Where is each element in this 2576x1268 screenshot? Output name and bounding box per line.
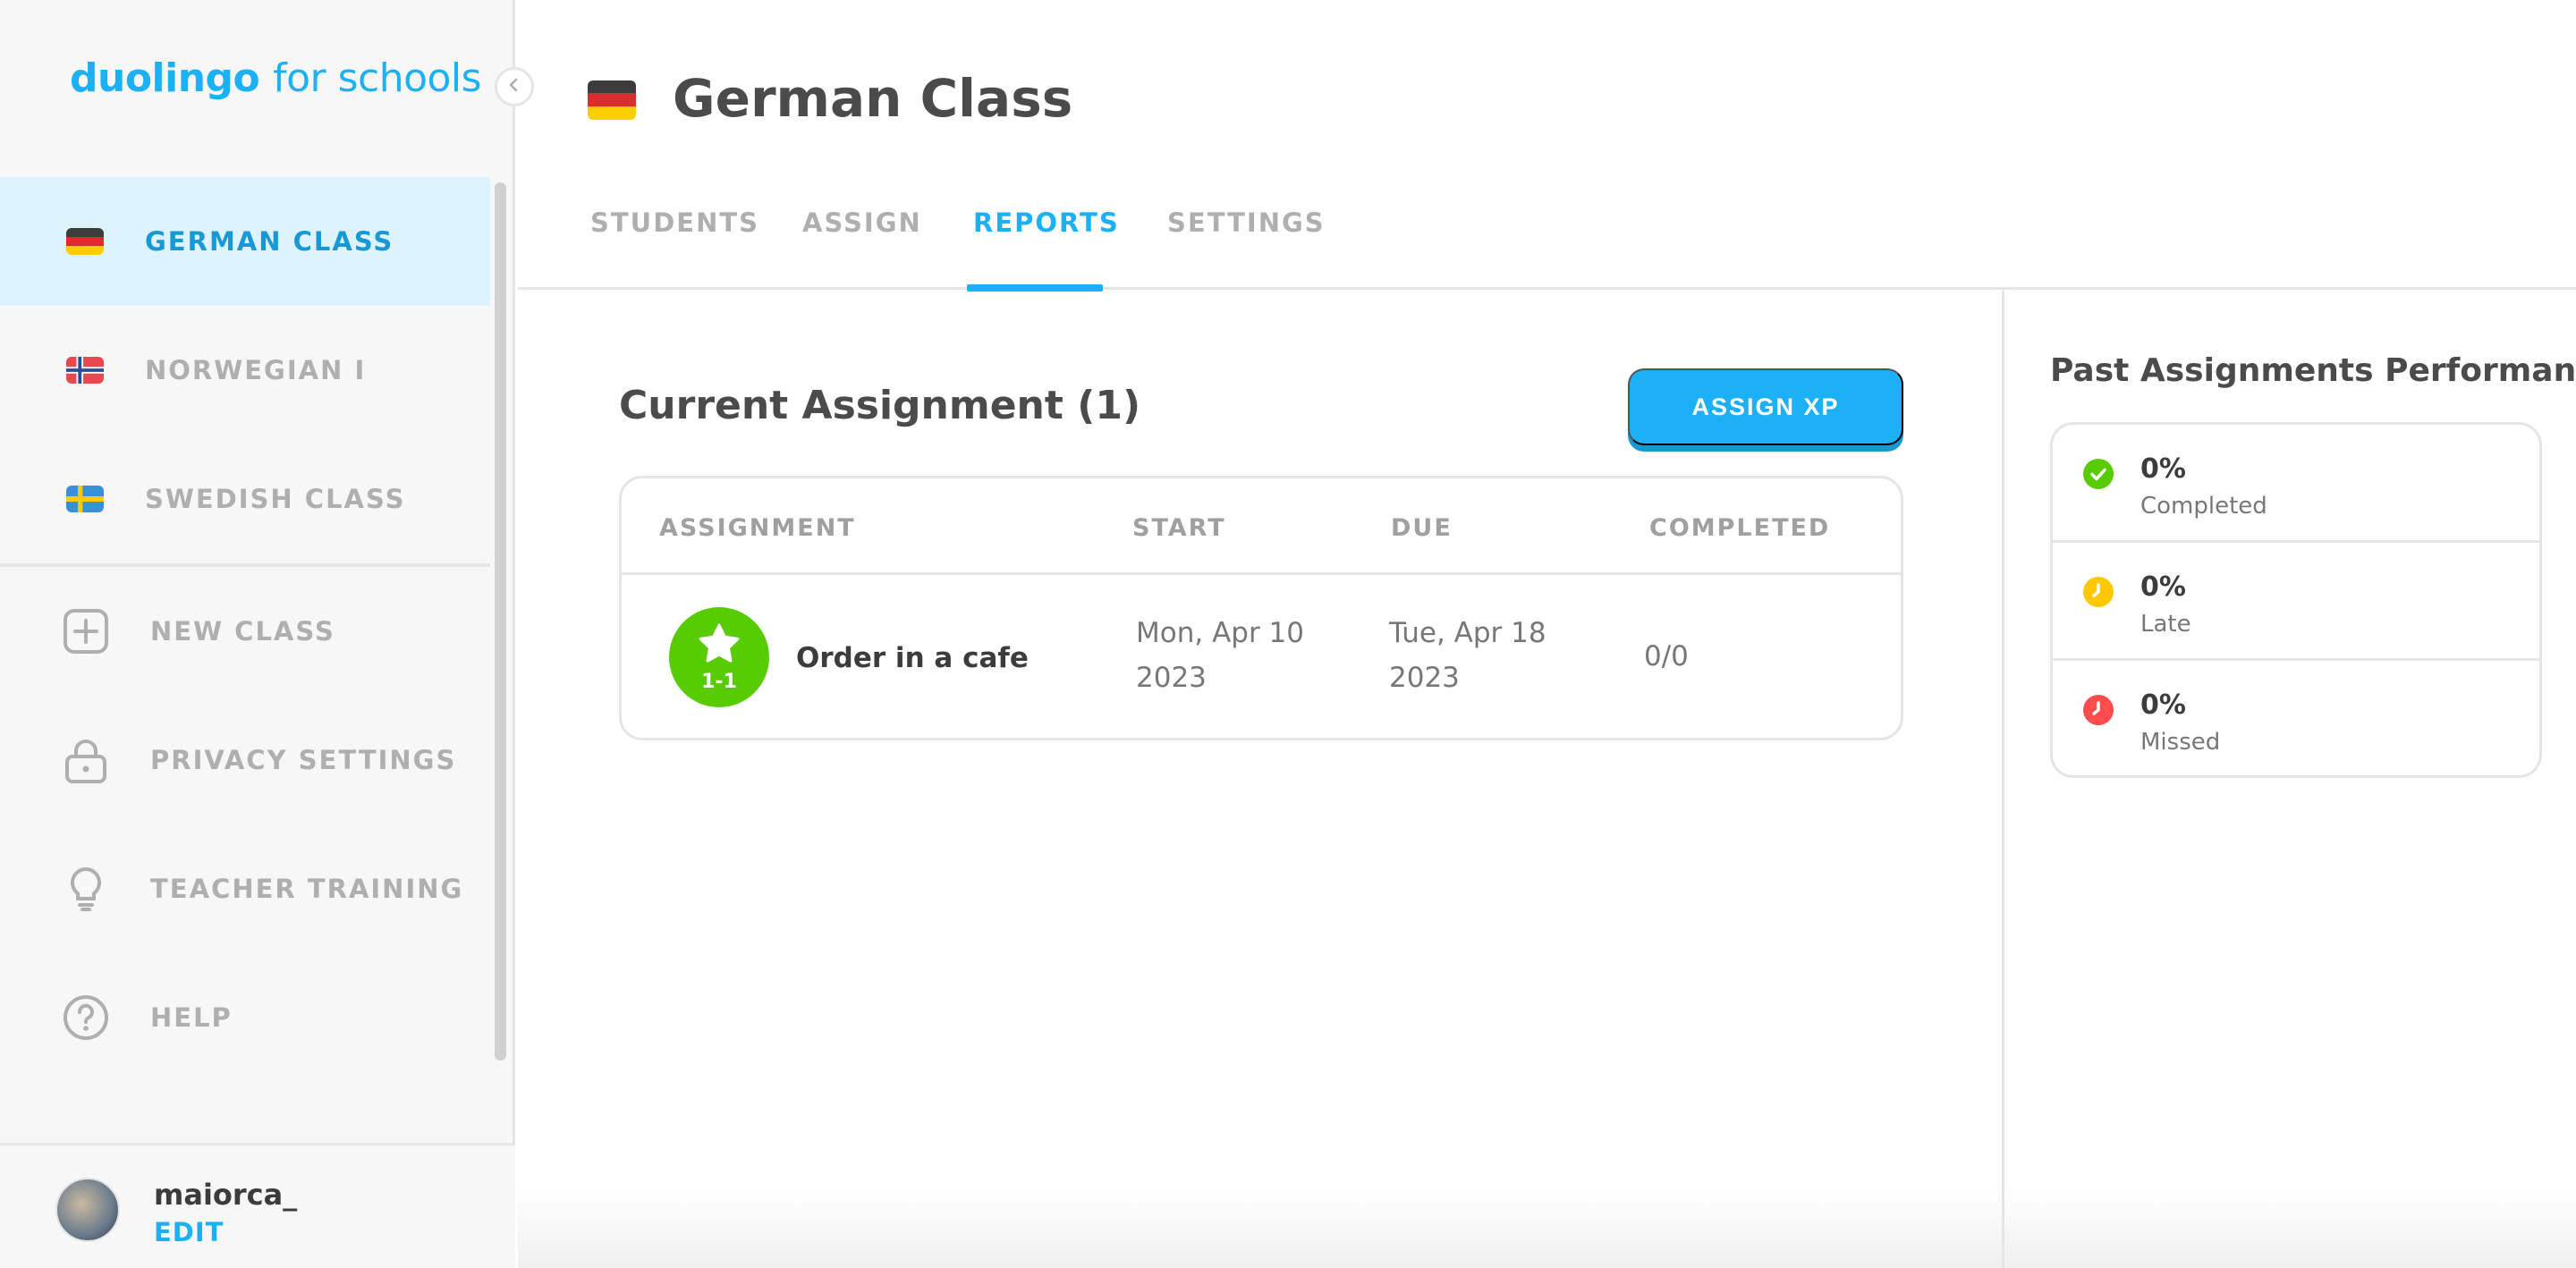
- performance-completed: 0% Completed: [2053, 425, 2539, 543]
- avatar[interactable]: [55, 1178, 120, 1242]
- sidebar-item-german-class[interactable]: GERMAN CLASS: [0, 177, 490, 306]
- check-circle-icon: [2083, 459, 2114, 489]
- sidebar-scrollbar[interactable]: [495, 182, 506, 1061]
- sidebar-item-label: PRIVACY SETTINGS: [150, 745, 457, 775]
- bottom-shadow: [518, 1189, 2576, 1268]
- performance-percent: 0%: [2140, 689, 2186, 721]
- sidebar-item-label: NORWEGIAN I: [145, 355, 367, 385]
- performance-percent: 0%: [2140, 453, 2186, 485]
- assign-xp-button[interactable]: ASSIGN XP: [1628, 368, 1903, 445]
- logo-brand: duolingo: [70, 55, 260, 101]
- assignment-due: Tue, Apr 18 2023: [1389, 611, 1546, 700]
- assignment-table: ASSIGNMENT START DUE COMPLETED 1-1 Order…: [619, 476, 1903, 740]
- duolingo-logo[interactable]: duolingo for schools: [70, 55, 482, 101]
- sidebar-item-new-class[interactable]: NEW CLASS: [0, 567, 490, 696]
- sidebar-nav: GERMAN CLASS NORWEGIAN I SWEDISH CLASS N…: [0, 177, 490, 1082]
- tab-reports[interactable]: REPORTS: [973, 207, 1120, 238]
- sidebar-item-privacy-settings[interactable]: PRIVACY SETTINGS: [0, 696, 490, 824]
- assignment-completed: 0/0: [1644, 640, 1689, 672]
- sweden-flag-icon: [66, 486, 104, 512]
- tab-bar: STUDENTS ASSIGN REPORTS SETTINGS: [518, 161, 2576, 292]
- plus-square-icon: [63, 608, 109, 655]
- performance-card: 0% Completed 0% Late 0% Missed: [2050, 422, 2542, 778]
- germany-flag-icon: [588, 80, 636, 120]
- due-date: Tue, Apr 18: [1389, 617, 1546, 649]
- column-header-due: DUE: [1391, 514, 1453, 542]
- active-tab-indicator: [967, 284, 1103, 292]
- sidebar-item-label: TEACHER TRAINING: [150, 874, 464, 904]
- collapse-sidebar-button[interactable]: [495, 67, 534, 106]
- content-divider: [2002, 290, 2004, 1268]
- logo-suffix: for schools: [273, 55, 482, 101]
- sidebar-item-norwegian-i[interactable]: NORWEGIAN I: [0, 306, 490, 435]
- norway-flag-icon: [66, 357, 104, 384]
- table-row[interactable]: 1-1 Order in a cafe Mon, Apr 10 2023 Tue…: [622, 575, 1901, 738]
- performance-percent: 0%: [2140, 571, 2186, 603]
- assignment-badge: 1-1: [669, 607, 769, 707]
- badge-level: 1-1: [701, 670, 737, 693]
- column-header-start: START: [1132, 514, 1226, 542]
- edit-profile-link[interactable]: EDIT: [154, 1217, 224, 1247]
- page-title: German Class: [673, 68, 1073, 129]
- username: maiorca_: [154, 1178, 298, 1212]
- clock-icon: [2083, 577, 2114, 607]
- tab-students[interactable]: STUDENTS: [590, 207, 759, 238]
- chevron-left-icon: [506, 77, 522, 97]
- assignment-name[interactable]: Order in a cafe: [796, 636, 1029, 680]
- sidebar-item-swedish-class[interactable]: SWEDISH CLASS: [0, 435, 490, 563]
- start-date: Mon, Apr 10: [1136, 617, 1304, 649]
- tab-settings[interactable]: SETTINGS: [1167, 207, 1326, 238]
- tab-assign[interactable]: ASSIGN: [802, 207, 922, 238]
- due-year: 2023: [1389, 662, 1460, 694]
- question-circle-icon: [63, 994, 109, 1041]
- performance-late: 0% Late: [2053, 543, 2539, 661]
- table-header: ASSIGNMENT START DUE COMPLETED: [622, 478, 1901, 575]
- performance-missed: 0% Missed: [2053, 661, 2539, 775]
- column-header-assignment: ASSIGNMENT: [659, 514, 856, 542]
- current-assignment-title: Current Assignment (1): [619, 383, 1141, 428]
- user-profile-bar: maiorca_ EDIT: [0, 1143, 515, 1268]
- sidebar-item-teacher-training[interactable]: TEACHER TRAINING: [0, 824, 490, 953]
- sidebar: duolingo for schools GERMAN CLASS NORWEG…: [0, 0, 515, 1268]
- germany-flag-icon: [66, 228, 104, 255]
- assignment-start: Mon, Apr 10 2023: [1136, 611, 1304, 700]
- clock-icon: [2083, 695, 2114, 725]
- performance-label: Missed: [2140, 729, 2221, 756]
- lightbulb-icon: [63, 866, 109, 912]
- performance-label: Completed: [2140, 493, 2267, 520]
- performance-title: Past Assignments Performance: [2050, 352, 2576, 389]
- sidebar-item-label: SWEDISH CLASS: [145, 484, 406, 514]
- star-icon: [697, 622, 741, 669]
- start-year: 2023: [1136, 662, 1207, 694]
- column-header-completed: COMPLETED: [1649, 514, 1831, 542]
- sidebar-item-label: HELP: [150, 1002, 233, 1033]
- sidebar-item-label: NEW CLASS: [150, 616, 335, 647]
- performance-label: Late: [2140, 611, 2191, 638]
- lock-icon: [63, 737, 109, 783]
- sidebar-item-help[interactable]: HELP: [0, 953, 490, 1082]
- sidebar-item-label: GERMAN CLASS: [145, 226, 394, 257]
